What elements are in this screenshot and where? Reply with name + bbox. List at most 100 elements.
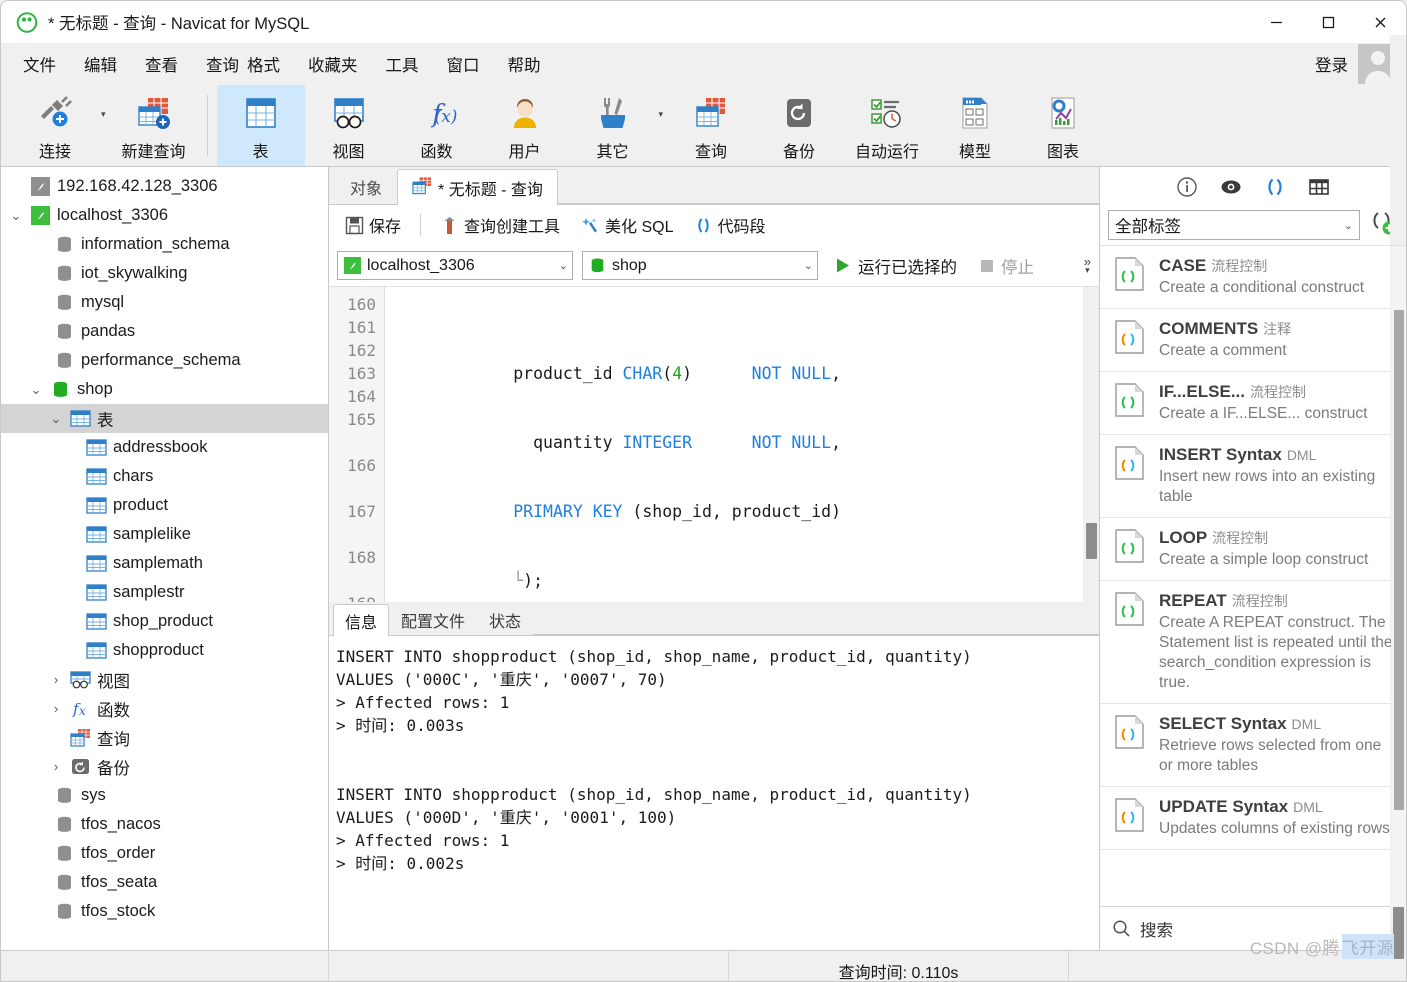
snippet-tag-select[interactable]: 全部标签 ⌄ xyxy=(1108,210,1360,240)
snippet-button[interactable]: 代码段 xyxy=(686,209,774,241)
tree-item-tables-folder[interactable]: ⌄ 表 xyxy=(1,404,328,433)
ribbon-function[interactable]: f (x) 函数 xyxy=(393,85,481,166)
tree-item-table-samplelike[interactable]: samplelike xyxy=(1,520,328,549)
tree-item-tfos-stock[interactable]: tfos_stock xyxy=(1,897,328,926)
tree-item-table-product[interactable]: product xyxy=(1,491,328,520)
results-output: INSERT INTO shopproduct (shop_id, shop_n… xyxy=(336,647,972,873)
tree-item-iot-skywalking[interactable]: iot_skywalking xyxy=(1,259,328,288)
tree-item-tfos-seata[interactable]: tfos_seata xyxy=(1,868,328,897)
tree-item-table-chars[interactable]: chars xyxy=(1,462,328,491)
snippet-item-select-syntax[interactable]: SELECT Syntax DML Retrieve rows selected … xyxy=(1100,704,1406,787)
chevron-right-icon[interactable]: › xyxy=(45,701,67,716)
ribbon-view[interactable]: 视图 xyxy=(305,85,393,166)
tree-item-functions-folder[interactable]: › fx 函数 xyxy=(1,694,328,723)
sql-editor[interactable]: 160 161 162 163 164 165 166 167 168 169 … xyxy=(329,286,1099,602)
minimize-button[interactable] xyxy=(1250,1,1302,43)
ribbon-other[interactable]: 其它 xyxy=(569,85,657,166)
snippet-list-scrollbar-thumb[interactable] xyxy=(1394,310,1404,810)
tree-item-queries-folder[interactable]: 查询 xyxy=(1,723,328,752)
snippet-search-input[interactable]: 搜索 xyxy=(1140,917,1173,941)
tree-item-performance-schema[interactable]: performance_schema xyxy=(1,346,328,375)
ribbon-connection[interactable]: 连接 xyxy=(11,85,99,166)
ribbon-user[interactable]: 用户 xyxy=(481,85,569,166)
tree-item-table-shopproduct[interactable]: shopproduct xyxy=(1,636,328,665)
snippet-category: 流程控制 xyxy=(1211,258,1268,274)
ribbon-new-query[interactable]: 新建查询 xyxy=(110,85,198,166)
ribbon-table[interactable]: 表 xyxy=(216,85,305,166)
save-button[interactable]: 保存 xyxy=(337,209,409,241)
tree-item-table-samplemath[interactable]: samplemath xyxy=(1,549,328,578)
eye-icon[interactable] xyxy=(1220,176,1242,198)
tree-item-table-samplestr[interactable]: samplestr xyxy=(1,578,328,607)
tree-item-views-folder[interactable]: › 视图 xyxy=(1,665,328,694)
tree-item-pandas[interactable]: pandas xyxy=(1,317,328,346)
tab-info[interactable]: 信息 xyxy=(333,604,390,636)
chevron-down-icon[interactable]: ⌄ xyxy=(45,411,67,427)
tab-untitled-query[interactable]: * 无标题 - 查询 xyxy=(397,169,558,205)
snippet-item-if-else[interactable]: IF...ELSE... 流程控制 Create a IF...ELSE... c… xyxy=(1100,372,1406,435)
connection-dropdown-caret[interactable]: ▾ xyxy=(99,109,110,142)
info-icon[interactable] xyxy=(1176,176,1198,198)
ribbon-backup[interactable]: 备份 xyxy=(755,85,843,166)
editor-code[interactable]: product_id CHAR(4) NOT NULL, quantity IN… xyxy=(385,287,1099,602)
chevron-down-icon[interactable]: ⌄ xyxy=(25,382,47,398)
snippet-list-scrollbar[interactable] xyxy=(1391,246,1406,906)
beautify-sql-button[interactable]: 美化 SQL xyxy=(572,209,681,241)
tree-item-tfos-order[interactable]: tfos_order xyxy=(1,839,328,868)
login-button[interactable]: 登录 xyxy=(1315,52,1348,76)
menu-tools[interactable]: 工具 xyxy=(372,48,433,80)
chevron-right-icon[interactable]: › xyxy=(45,759,67,774)
maximize-button[interactable] xyxy=(1302,1,1354,43)
editor-scro1lbar-thumb[interactable] xyxy=(1086,523,1097,559)
grid-icon[interactable] xyxy=(1308,176,1330,198)
connection-select[interactable]: localhost_3306 ⌄ xyxy=(337,251,573,280)
snippet-item-case[interactable]: CASE 流程控制 Create a conditional construct xyxy=(1100,246,1406,309)
tree-item-connection-localhost[interactable]: ⌄ localhost_3306 xyxy=(1,201,328,230)
snippet-item-loop[interactable]: LOOP 流程控制 Create a simple loop construct xyxy=(1100,518,1406,581)
tree-item-shop[interactable]: ⌄ shop xyxy=(1,375,328,404)
menu-query[interactable]: 查询 xyxy=(192,48,243,80)
tree-item-table-addressbook[interactable]: addressbook xyxy=(1,433,328,462)
menu-view[interactable]: 查看 xyxy=(131,48,192,80)
tab-profile[interactable]: 配置文件 xyxy=(389,603,477,635)
ribbon-query[interactable]: 查询 xyxy=(667,85,755,166)
menu-edit[interactable]: 编辑 xyxy=(70,48,131,80)
object-tree-sidebar[interactable]: 192.168.42.128_3306 ⌄ localhost_3306 inf… xyxy=(1,167,329,950)
chevron-down-icon[interactable]: ⌄ xyxy=(5,208,27,224)
ribbon-automation[interactable]: 自动运行 xyxy=(843,85,931,166)
menu-window[interactable]: 窗口 xyxy=(433,48,494,80)
menu-help[interactable]: 帮助 xyxy=(494,48,555,80)
snippet-item-insert-syntax[interactable]: INSERT Syntax DML Insert new rows into an… xyxy=(1100,435,1406,518)
tree-item-backups-folder[interactable]: › 备份 xyxy=(1,752,328,781)
fold-bracket-icon: └ xyxy=(513,571,524,590)
editor-scrollbar[interactable] xyxy=(1083,287,1099,602)
database-select[interactable]: shop ⌄ xyxy=(582,251,818,280)
tab-label: 对象 xyxy=(350,180,383,198)
ribbon-chart[interactable]: 图表 xyxy=(1019,85,1107,166)
tree-label: sys xyxy=(81,786,106,804)
ribbon-model[interactable]: 模型 xyxy=(931,85,1019,166)
snippet-item-comments[interactable]: COMMENTS 注释 Create a comment xyxy=(1100,309,1406,372)
snippet-sidebar: 全部标签 ⌄ CASE 流程控制 Create a conditional co… xyxy=(1099,167,1406,950)
other-dropdown-caret[interactable]: ▾ xyxy=(657,109,668,142)
run-selected-button[interactable]: 运行已选择的 xyxy=(827,251,964,281)
tab-objects[interactable]: 对象 xyxy=(335,168,397,204)
chevron-right-icon[interactable]: › xyxy=(45,672,67,687)
tab-status[interactable]: 状态 xyxy=(477,603,533,635)
toolbar-overflow-button[interactable]: » ▾ xyxy=(1084,245,1091,286)
tree-item-table-shop-product[interactable]: shop_product xyxy=(1,607,328,636)
menu-format[interactable]: 格式 xyxy=(243,48,294,80)
results-scrollbar-thumb[interactable] xyxy=(1393,907,1404,959)
snippet-item-update-syntax[interactable]: UPDATE Syntax DML Updates columns of exis… xyxy=(1100,787,1406,850)
snippet-item-repeat[interactable]: REPEAT 流程控制 Create A REPEAT construct. Th… xyxy=(1100,581,1406,704)
menu-favorites[interactable]: 收藏夹 xyxy=(294,48,372,80)
tree-item-mysql[interactable]: mysql xyxy=(1,288,328,317)
snippet-parens-icon[interactable] xyxy=(1264,176,1286,198)
tree-item-information-schema[interactable]: information_schema xyxy=(1,230,328,259)
menu-file[interactable]: 文件 xyxy=(9,48,70,80)
tree-item-tfos-nacos[interactable]: tfos_nacos xyxy=(1,810,328,839)
snippet-list[interactable]: CASE 流程控制 Create a conditional construct … xyxy=(1100,245,1406,906)
tree-item-sys[interactable]: sys xyxy=(1,781,328,810)
query-builder-button[interactable]: 查询创建工具 xyxy=(432,209,568,241)
tree-item-connection-remote[interactable]: 192.168.42.128_3306 xyxy=(1,172,328,201)
